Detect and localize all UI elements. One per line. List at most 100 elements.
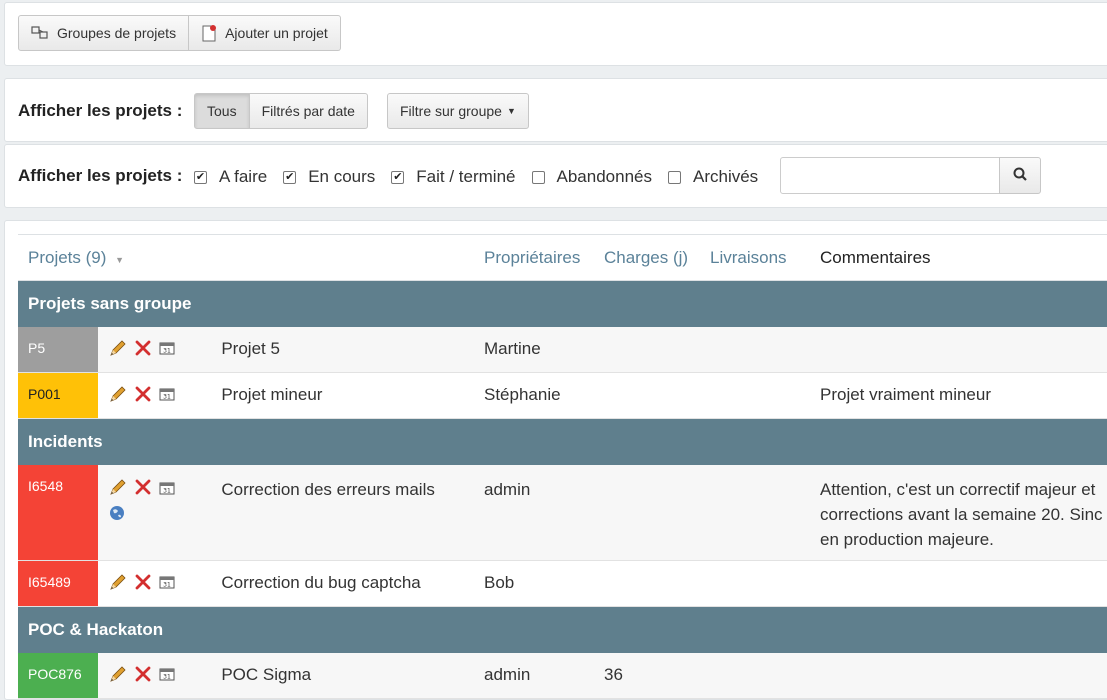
- header-projects[interactable]: Projets (9) ▼: [18, 234, 474, 281]
- project-name[interactable]: Projet 5: [211, 326, 474, 373]
- edit-pencil-icon[interactable]: [108, 665, 128, 688]
- project-code: P5: [18, 326, 98, 373]
- comment-line: Attention, c'est un correctif majeur et: [820, 479, 1096, 499]
- globe-icon[interactable]: [108, 504, 126, 529]
- table-row[interactable]: P001 31 Projet mineur Stéphanie Projet vraim…: [18, 372, 1107, 419]
- groups-icon: [31, 26, 49, 40]
- status-done-checkbox[interactable]: ✔ Fait / terminé: [391, 167, 516, 187]
- filter-panel: Afficher les projets : Tous Filtrés par …: [4, 78, 1107, 142]
- group-filter-label: Filtre sur groupe: [400, 103, 502, 119]
- project-owner: admin: [474, 652, 594, 699]
- calendar-icon[interactable]: 31: [158, 386, 176, 407]
- status-abandoned-label: Abandonnés: [556, 167, 652, 186]
- row-actions: 31: [97, 560, 212, 607]
- status-archived-checkbox[interactable]: Archivés: [667, 167, 759, 187]
- project-groups-label: Groupes de projets: [57, 25, 177, 41]
- project-delivery: [700, 652, 810, 699]
- delete-cross-icon[interactable]: [134, 665, 152, 688]
- status-todo-checkbox[interactable]: ✔ A faire: [194, 167, 267, 187]
- project-groups-button[interactable]: Groupes de projets: [18, 15, 190, 51]
- project-delivery: [700, 560, 810, 607]
- checkbox-box[interactable]: ✔: [194, 170, 207, 184]
- project-charge: 36: [594, 652, 700, 699]
- delete-cross-icon[interactable]: [134, 339, 152, 362]
- comment-line: en production majeure.: [820, 529, 994, 549]
- edit-pencil-icon[interactable]: [108, 478, 128, 503]
- header-charges[interactable]: Charges (j): [594, 234, 700, 281]
- edit-pencil-icon[interactable]: [108, 385, 128, 408]
- header-owners[interactable]: Propriétaires: [474, 234, 594, 281]
- status-inprogress-label: En cours: [308, 167, 376, 186]
- table-row[interactable]: P5 31 Projet 5 Martine: [18, 326, 1107, 373]
- search-input[interactable]: [780, 157, 1000, 194]
- project-delivery: [700, 326, 810, 373]
- table-row[interactable]: I6548 31 Correction des erreurs mails admin…: [18, 464, 1107, 561]
- status-archived-label: Archivés: [692, 167, 759, 186]
- checkbox-box[interactable]: [667, 170, 681, 184]
- filter-by-date-button[interactable]: Filtrés par date: [249, 93, 368, 129]
- row-actions: 31: [97, 652, 212, 699]
- status-checkboxes: ✔ A faire ✔ En cours ✔ Fait / terminé Aband…: [194, 167, 762, 187]
- edit-pencil-icon[interactable]: [108, 339, 128, 362]
- svg-text:31: 31: [163, 347, 171, 354]
- search-button[interactable]: [999, 157, 1041, 194]
- row-actions: 31: [97, 372, 212, 419]
- group-name: Incidents: [18, 418, 1107, 465]
- row-actions: 31: [97, 464, 212, 561]
- svg-text:31: 31: [163, 394, 171, 401]
- add-project-button[interactable]: Ajouter un projet: [189, 15, 341, 51]
- status-abandoned-checkbox[interactable]: Abandonnés: [531, 167, 652, 187]
- checkbox-box[interactable]: ✔: [283, 170, 297, 184]
- header-projects-label: Projets (9): [28, 247, 107, 267]
- calendar-icon[interactable]: 31: [158, 478, 176, 503]
- group-filter-dropdown[interactable]: Filtre sur groupe ▼: [387, 93, 529, 129]
- checkbox-box[interactable]: [531, 170, 545, 184]
- projects-table: Projets (9) ▼ Propriétaires Charges (j) …: [18, 234, 1107, 699]
- group-header-row: Incidents: [18, 418, 1107, 465]
- project-name[interactable]: Correction des erreurs mails: [211, 464, 474, 561]
- header-deliveries[interactable]: Livraisons: [700, 234, 810, 281]
- status-done-label: Fait / terminé: [416, 167, 516, 186]
- project-comment: [810, 560, 1107, 607]
- project-delivery: [700, 372, 810, 419]
- project-name[interactable]: Projet mineur: [211, 372, 474, 419]
- delete-cross-icon[interactable]: [134, 478, 152, 503]
- project-comment: Attention, c'est un correctif majeur et c…: [810, 464, 1107, 561]
- svg-text:31: 31: [163, 673, 171, 680]
- header-comments: Commentaires: [810, 234, 1107, 281]
- filter-all-button[interactable]: Tous: [194, 93, 250, 129]
- project-code: I65489: [18, 560, 98, 607]
- project-charge: [594, 326, 700, 373]
- project-comment: Projet vraiment mineur: [810, 372, 1107, 419]
- sort-caret-icon: ▼: [115, 254, 125, 265]
- status-inprogress-checkbox[interactable]: ✔ En cours: [283, 167, 375, 187]
- edit-pencil-icon[interactable]: [108, 573, 128, 596]
- toolbar-button-group: Groupes de projets Ajouter un projet: [18, 15, 341, 51]
- delete-cross-icon[interactable]: [134, 385, 152, 408]
- table-row[interactable]: POC876 31 POC Sigma admin 36: [18, 652, 1107, 699]
- checkbox-box[interactable]: ✔: [391, 170, 405, 184]
- project-code: I6548: [18, 464, 98, 561]
- delete-cross-icon[interactable]: [134, 573, 152, 596]
- project-name[interactable]: Correction du bug captcha: [211, 560, 474, 607]
- project-name[interactable]: POC Sigma: [211, 652, 474, 699]
- group-name: Projets sans groupe: [18, 280, 1107, 327]
- project-charge: [594, 464, 700, 561]
- group-header-row: Projets sans groupe: [18, 280, 1107, 327]
- calendar-icon[interactable]: 31: [158, 666, 176, 687]
- project-owner: admin: [474, 464, 594, 561]
- calendar-icon[interactable]: 31: [158, 574, 176, 595]
- filter-label: Afficher les projets :: [18, 101, 183, 120]
- calendar-icon[interactable]: 31: [158, 340, 176, 361]
- caret-down-icon: ▼: [506, 106, 516, 116]
- group-name: POC & Hackaton: [18, 606, 1107, 653]
- project-charge: [594, 560, 700, 607]
- project-owner: Martine: [474, 326, 594, 373]
- project-code: P001: [18, 372, 98, 419]
- comment-line: corrections avant la semaine 20. Sinc: [820, 504, 1103, 524]
- project-charge: [594, 372, 700, 419]
- project-comment: [810, 652, 1107, 699]
- toolbar-panel: Groupes de projets Ajouter un projet: [4, 2, 1107, 66]
- svg-text:31: 31: [163, 582, 171, 589]
- table-row[interactable]: I65489 31 Correction du bug captcha Bob: [18, 560, 1107, 607]
